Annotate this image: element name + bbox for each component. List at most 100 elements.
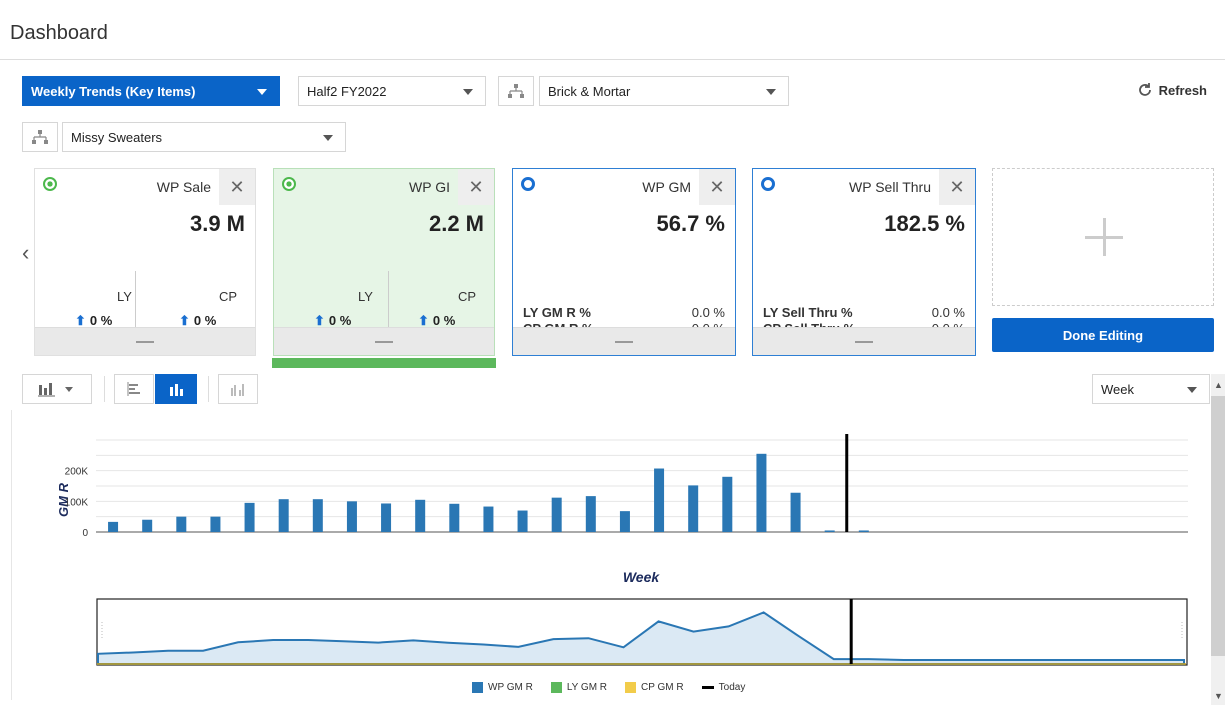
legend-label: Today: [718, 682, 746, 693]
ly-label: LY: [358, 289, 373, 304]
bar-wp-gm-r: [756, 453, 767, 532]
cp-label: CP: [219, 289, 238, 304]
target-icon: [43, 177, 57, 191]
ly-sell-thru-label: LY Sell Thru %: [763, 305, 853, 320]
bar-wp-gm-r: [722, 476, 733, 532]
bar-wp-gm-r: [688, 485, 699, 532]
tile-value: 182.5 %: [884, 211, 965, 236]
bar-wp-gm-r: [142, 519, 153, 532]
chevron-down-icon: [1187, 387, 1197, 393]
channel-select[interactable]: Brick & Mortar: [539, 76, 789, 106]
legend-item-today[interactable]: Today: [701, 682, 746, 693]
ly-change-value: 0 %: [89, 313, 113, 328]
bar-wp-gm-r: [449, 503, 460, 532]
category-select-value: Missy Sweaters: [71, 129, 163, 145]
bar-wp-gm-r: [415, 499, 426, 532]
bar-wp-gm-r: [278, 499, 289, 532]
tile-value: 56.7 %: [656, 211, 726, 236]
chevron-left-icon[interactable]: ‹: [22, 240, 29, 266]
view-select[interactable]: Weekly Trends (Key Items): [22, 76, 280, 106]
overview-brush-chart[interactable]: [96, 598, 1188, 668]
close-icon[interactable]: ✕: [699, 169, 735, 205]
bar-wp-gm-r: [654, 468, 665, 532]
page-title: Dashboard: [10, 22, 108, 44]
metric-tile-wp-sell-thru[interactable]: WP Sell Thru ✕ 182.5 % LY Sell Thru % 0.…: [752, 168, 976, 356]
circle-icon: [521, 177, 535, 191]
bar-wp-gm-r: [244, 502, 255, 532]
y-tick-label: 0: [82, 528, 88, 539]
hierarchy-icon: [32, 130, 48, 144]
left-rail: [0, 410, 12, 700]
time-granularity-value: Week: [1101, 381, 1134, 397]
bar-wp-gm-r: [210, 516, 221, 532]
gm-r-bar-chart: GM R Week 0100K200K: [56, 434, 1188, 585]
y-tick-label: 100K: [65, 497, 89, 508]
add-tile-button[interactable]: [992, 168, 1214, 306]
refresh-label: Refresh: [1158, 82, 1207, 98]
cp-label: CP: [458, 289, 477, 304]
bar-wp-gm-r: [858, 530, 869, 532]
close-icon[interactable]: ✕: [219, 169, 255, 205]
chart-legend: WP GM R LY GM R CP GM R Today: [472, 682, 745, 693]
metric-tile-wp-gm[interactable]: WP GI ✕ 2.2 M LY CP ⬆ 0 % ⬆ 0 %: [273, 168, 495, 356]
tile-footer-handle[interactable]: [513, 327, 735, 355]
arrow-up-icon: ⬆: [179, 313, 190, 328]
bar-wp-gm-r: [517, 510, 528, 532]
legend-item-ly[interactable]: LY GM R: [550, 682, 607, 693]
close-icon[interactable]: ✕: [939, 169, 975, 205]
selected-tile-indicator: [272, 358, 496, 368]
hierarchy-icon: [508, 84, 524, 98]
chevron-down-icon: [257, 89, 267, 95]
refresh-button[interactable]: Refresh: [1137, 82, 1207, 98]
tile-footer-handle[interactable]: [274, 327, 494, 355]
tile-title: WP GI: [409, 179, 450, 195]
chevron-down-icon: [463, 89, 473, 95]
time-granularity-select[interactable]: Week: [1092, 374, 1210, 404]
divider: [388, 271, 389, 331]
cp-change-value: 0 %: [432, 313, 456, 328]
tile-footer-handle[interactable]: [753, 327, 975, 355]
cp-change-value: 0 %: [193, 313, 217, 328]
grid: [96, 439, 1188, 533]
bar-wp-gm-r: [585, 496, 596, 532]
horizontal-bar-button[interactable]: [114, 374, 154, 404]
arrow-up-icon: ⬆: [314, 313, 325, 328]
y-ticks: 0 100K 200K: [65, 467, 89, 539]
toolbar-divider: [208, 376, 209, 402]
ly-change-value: 0 %: [328, 313, 352, 328]
bar-wp-gm-r: [381, 503, 392, 532]
scroll-down-icon[interactable]: ▼: [1214, 691, 1223, 701]
done-editing-button[interactable]: Done Editing: [992, 318, 1214, 352]
legend-label: WP GM R: [488, 682, 533, 693]
horizontal-bars-icon: [127, 382, 140, 396]
legend-item-cp[interactable]: CP GM R: [625, 682, 684, 693]
chart-type-button[interactable]: [22, 374, 92, 404]
hierarchy-button-channel[interactable]: [498, 76, 534, 106]
bars: [108, 453, 869, 532]
vertical-bar-button[interactable]: [155, 374, 197, 404]
tile-value: 3.9 M: [189, 211, 245, 236]
hierarchy-button-category[interactable]: [22, 122, 58, 152]
tile-title: WP GM: [642, 179, 691, 195]
tile-footer-handle[interactable]: [35, 327, 255, 355]
bar-wp-gm-r: [619, 511, 630, 532]
plus-icon-vertical: [1103, 218, 1106, 256]
period-select[interactable]: Half2 FY2022: [298, 76, 486, 106]
scroll-up-icon[interactable]: ▲: [1214, 380, 1223, 390]
vertical-scrollbar[interactable]: ▲ ▼: [1211, 374, 1225, 705]
metric-tile-wp-gm-pct[interactable]: WP GM ✕ 56.7 % LY GM R % 0.0 % CP GM R %…: [512, 168, 736, 356]
ly-label: LY: [117, 289, 132, 304]
grouped-bars-icon: [231, 384, 244, 396]
close-icon[interactable]: ✕: [458, 169, 494, 205]
scroll-thumb[interactable]: [1211, 396, 1225, 656]
target-icon: [282, 177, 296, 191]
grouped-bar-button[interactable]: [218, 374, 258, 404]
legend-item-wp[interactable]: WP GM R: [472, 682, 533, 693]
chevron-down-icon: [323, 135, 333, 141]
bar-wp-gm-r: [346, 501, 357, 532]
category-select[interactable]: Missy Sweaters: [62, 122, 346, 152]
bar-wp-gm-r: [551, 497, 562, 532]
metric-tile-wp-sales[interactable]: WP Sale ✕ 3.9 M LY CP ⬆ 0 % ⬆ 0 %: [34, 168, 256, 356]
channel-select-value: Brick & Mortar: [548, 83, 631, 99]
ly-gm-value: 0.0 %: [691, 305, 725, 320]
